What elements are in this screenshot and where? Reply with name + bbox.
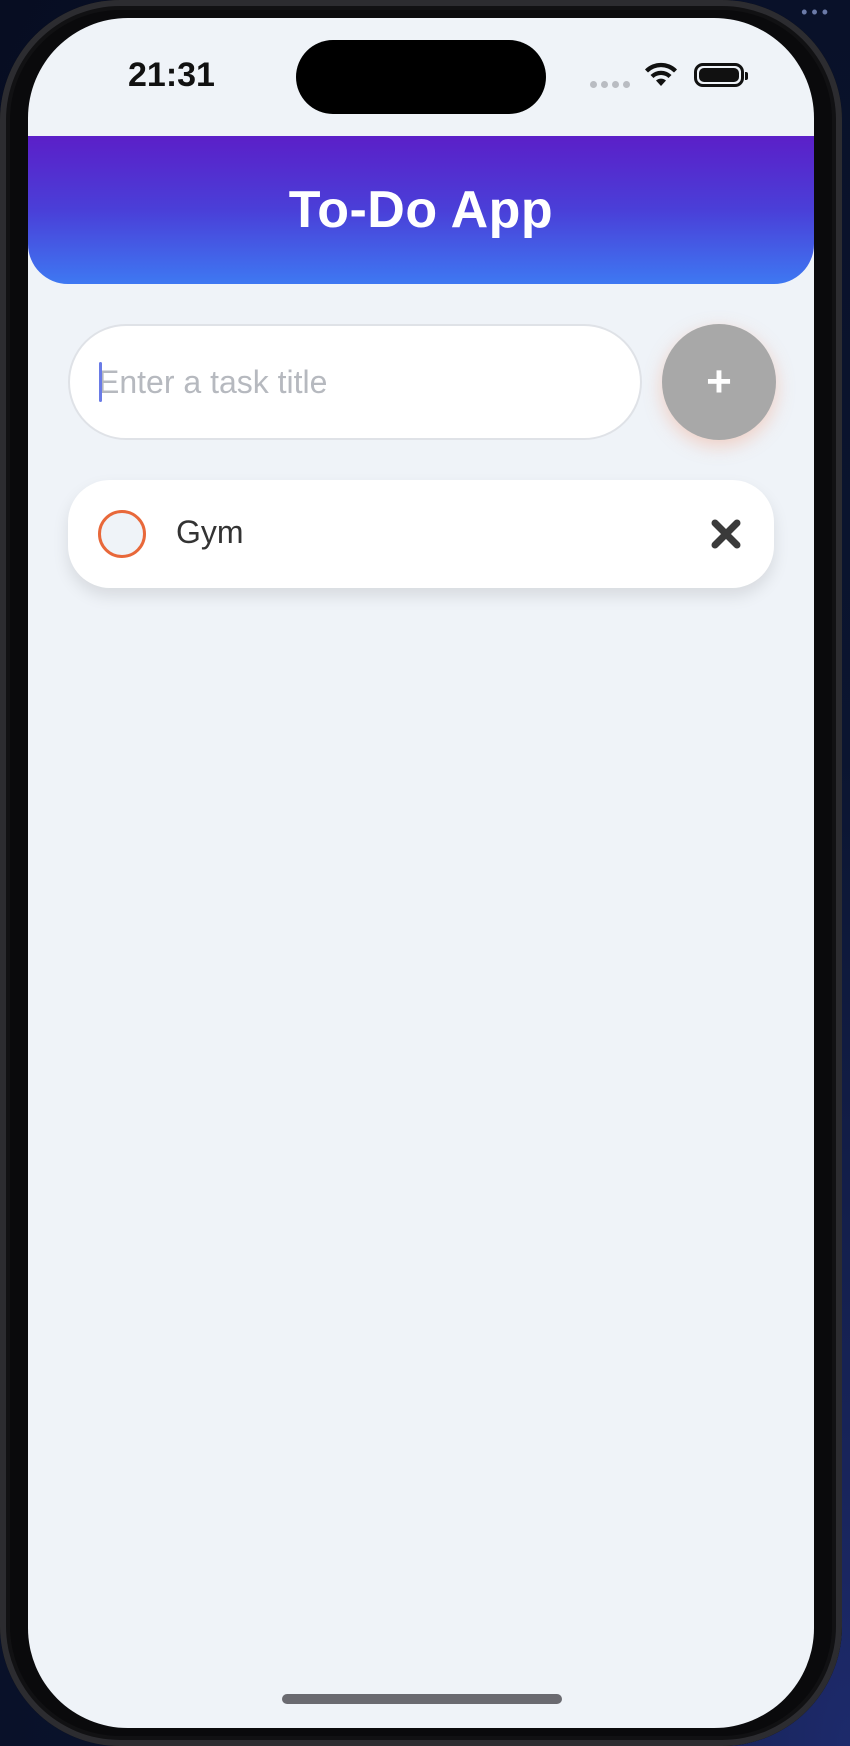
cellular-signal-icon [590,81,630,88]
text-caret [99,362,102,402]
task-complete-checkbox[interactable] [98,510,146,558]
delete-task-button[interactable] [698,506,754,562]
app-header: To-Do App [28,136,814,284]
task-list: Gym [68,480,774,588]
close-icon [711,519,741,549]
add-task-button[interactable]: + [662,324,776,440]
app-screen: 21:31 To-Do App + Gym [28,18,814,1728]
task-title: Gym [176,514,244,550]
home-indicator[interactable] [282,1694,562,1704]
status-bar: 21:31 [28,18,814,136]
list-item: Gym [68,480,774,588]
page-title: To-Do App [288,181,554,239]
wifi-icon [644,62,678,93]
task-title-input[interactable] [68,324,642,440]
dynamic-island [296,40,546,114]
phone-frame: 21:31 To-Do App + Gym [0,0,842,1746]
battery-icon [694,63,748,87]
status-time: 21:31 [128,56,215,94]
